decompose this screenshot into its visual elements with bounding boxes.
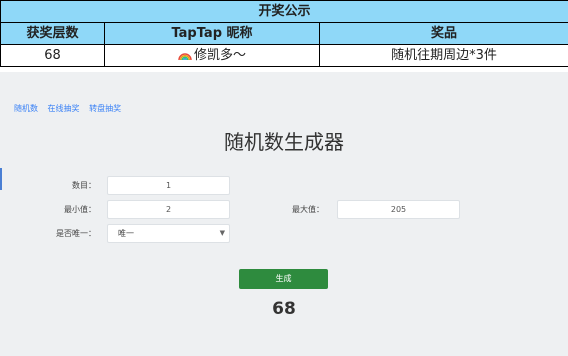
generate-button[interactable]: 生成 [239, 269, 328, 289]
count-label: 数目： [72, 181, 96, 190]
header-prize: 奖品 [319, 22, 568, 45]
result-table: 开奖公示 获奖层数 TapTap 昵称 奖品 68 修凯多～ 随机往期周边*3件 [0, 0, 568, 67]
table-row: 68 修凯多～ 随机往期周边*3件 [0, 44, 568, 67]
page-title: 随机数生成器 [224, 130, 344, 154]
unique-select-value: 唯一 [118, 229, 134, 238]
rainbow-icon [178, 52, 192, 60]
generator-panel: 随机数 在线抽奖 转盘抽奖 随机数生成器 数目： 1 最小值： 2 最大值： 2… [0, 72, 568, 356]
min-label: 最小值： [64, 205, 96, 214]
nav-link-wheel-draw[interactable]: 转盘抽奖 [89, 104, 121, 113]
header-floor: 获奖层数 [0, 22, 105, 45]
count-input[interactable]: 1 [107, 176, 230, 195]
cell-floor: 68 [0, 44, 105, 67]
nickname-text: 修凯多～ [193, 47, 246, 63]
nav-links: 随机数 在线抽奖 转盘抽奖 [14, 103, 128, 114]
table-title: 开奖公示 [0, 0, 568, 23]
max-input[interactable]: 205 [337, 200, 460, 219]
result-number: 68 [272, 299, 296, 319]
nav-link-online-draw[interactable]: 在线抽奖 [48, 104, 80, 113]
header-nickname: TapTap 昵称 [104, 22, 320, 45]
max-label: 最大值： [292, 205, 324, 214]
cell-prize: 随机往期周边*3件 [319, 44, 568, 67]
unique-label: 是否唯一： [56, 229, 96, 238]
min-input[interactable]: 2 [107, 200, 230, 219]
nav-link-random[interactable]: 随机数 [14, 104, 38, 113]
chevron-down-icon: ▼ [219, 229, 225, 237]
unique-select[interactable]: 唯一 ▼ [107, 224, 230, 243]
cell-nickname: 修凯多～ [104, 44, 320, 67]
edge-marker [0, 168, 2, 190]
